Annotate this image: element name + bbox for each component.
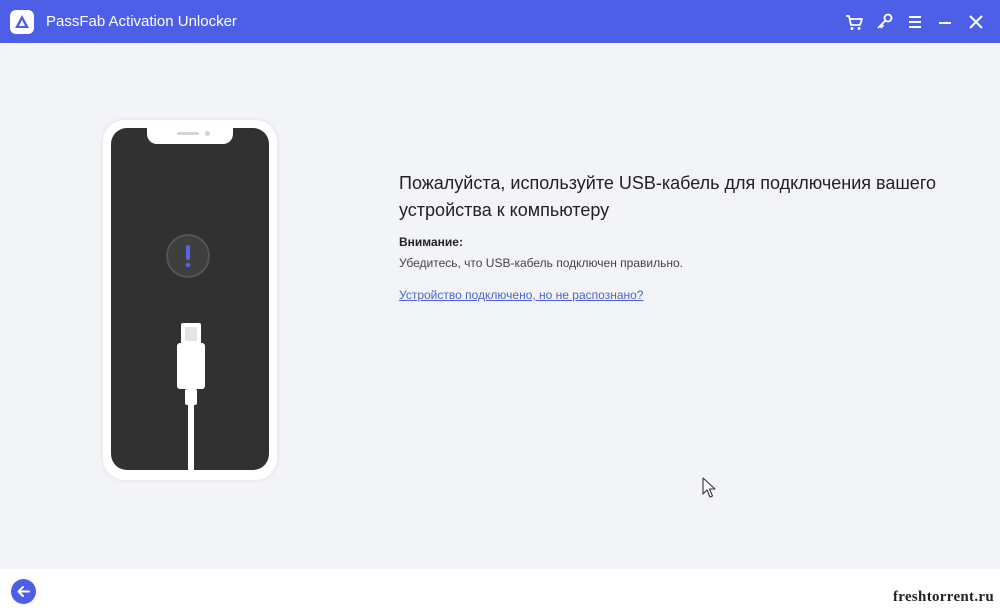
attention-title: Внимание:: [399, 235, 463, 249]
title-bar: PassFab Activation Unlocker: [0, 0, 1000, 43]
key-icon[interactable]: [874, 11, 896, 33]
menu-icon[interactable]: [904, 11, 926, 33]
app-window: PassFab Activation Unlocker Пожалуйста, …: [0, 0, 1000, 612]
arrow-left-icon: [17, 586, 30, 597]
minimize-icon[interactable]: [934, 11, 956, 33]
watermark-text: freshtorrent.ru: [886, 587, 1000, 608]
page-heading: Пожалуйста, используйте USB-кабель для п…: [399, 173, 936, 220]
phone-illustration: [103, 120, 277, 480]
device-not-recognized-link[interactable]: Устройство подключено, но не распознано?: [399, 288, 643, 302]
phone-screen: [111, 128, 269, 470]
phone-camera: [205, 131, 210, 136]
close-icon[interactable]: [965, 11, 987, 33]
phone-speaker: [177, 132, 199, 135]
back-button[interactable]: [11, 579, 36, 604]
phone-notch: [147, 128, 233, 144]
cart-icon[interactable]: [843, 11, 865, 33]
mouse-cursor-icon: [702, 477, 716, 499]
window-title: PassFab Activation Unlocker: [46, 13, 237, 30]
exclamation-icon: [166, 234, 210, 278]
main-content: Пожалуйста, используйте USB-кабель для п…: [0, 43, 1000, 569]
footer-bar: freshtorrent.ru: [0, 569, 1000, 612]
usb-cable-icon: [175, 323, 207, 470]
app-logo-icon: [10, 10, 34, 34]
attention-text: Убедитесь, что USB-кабель подключен прав…: [399, 256, 683, 270]
